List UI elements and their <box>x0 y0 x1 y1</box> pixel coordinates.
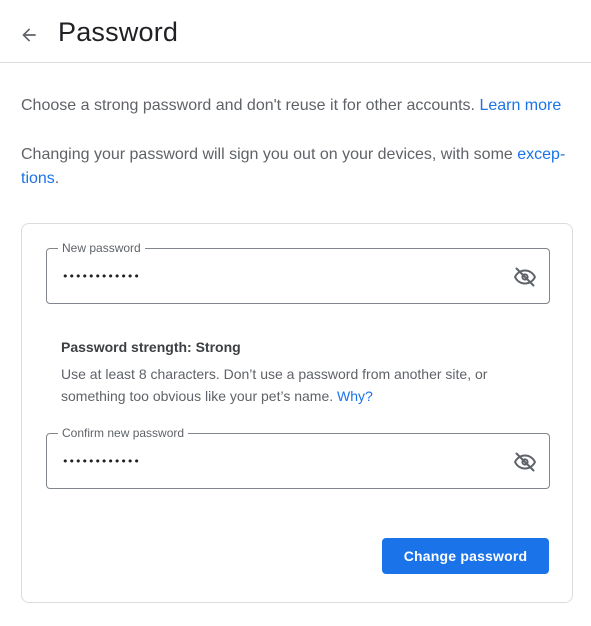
confirm-password-input[interactable] <box>62 450 482 472</box>
intro-text: Choose a strong password and don't reuse… <box>21 94 573 118</box>
page-title: Password <box>58 17 179 47</box>
password-hint-text: Use at least 8 characters. Don’t use a p… <box>61 366 488 404</box>
signout-text: Changing your password will sign you out… <box>21 143 573 191</box>
header: Password <box>0 0 591 63</box>
intro-body: Choose a strong password and don't reuse… <box>21 97 480 114</box>
arrow-back-icon <box>22 28 36 42</box>
confirm-password-field[interactable]: Confirm new password <box>46 426 550 489</box>
password-hint: Use at least 8 characters. Don’t use a p… <box>61 363 531 407</box>
new-password-label: New password <box>58 241 145 255</box>
signout-body: Changing your password will sign you out… <box>21 146 518 163</box>
change-password-button[interactable]: Change password <box>382 538 549 574</box>
new-password-field[interactable]: New password <box>46 241 550 304</box>
learn-more-link[interactable]: Learn more <box>479 97 561 114</box>
why-link[interactable]: Why? <box>337 388 373 404</box>
confirm-password-label: Confirm new password <box>58 426 189 440</box>
new-password-input[interactable] <box>62 265 482 287</box>
back-button[interactable] <box>14 20 44 50</box>
signout-suffix: . <box>54 170 60 187</box>
password-strength: Password strength: Strong <box>61 339 241 355</box>
eye-off-icon[interactable] <box>513 265 537 289</box>
eye-off-icon[interactable] <box>513 450 537 474</box>
password-card: New password Password strength: Strong U… <box>21 223 573 603</box>
